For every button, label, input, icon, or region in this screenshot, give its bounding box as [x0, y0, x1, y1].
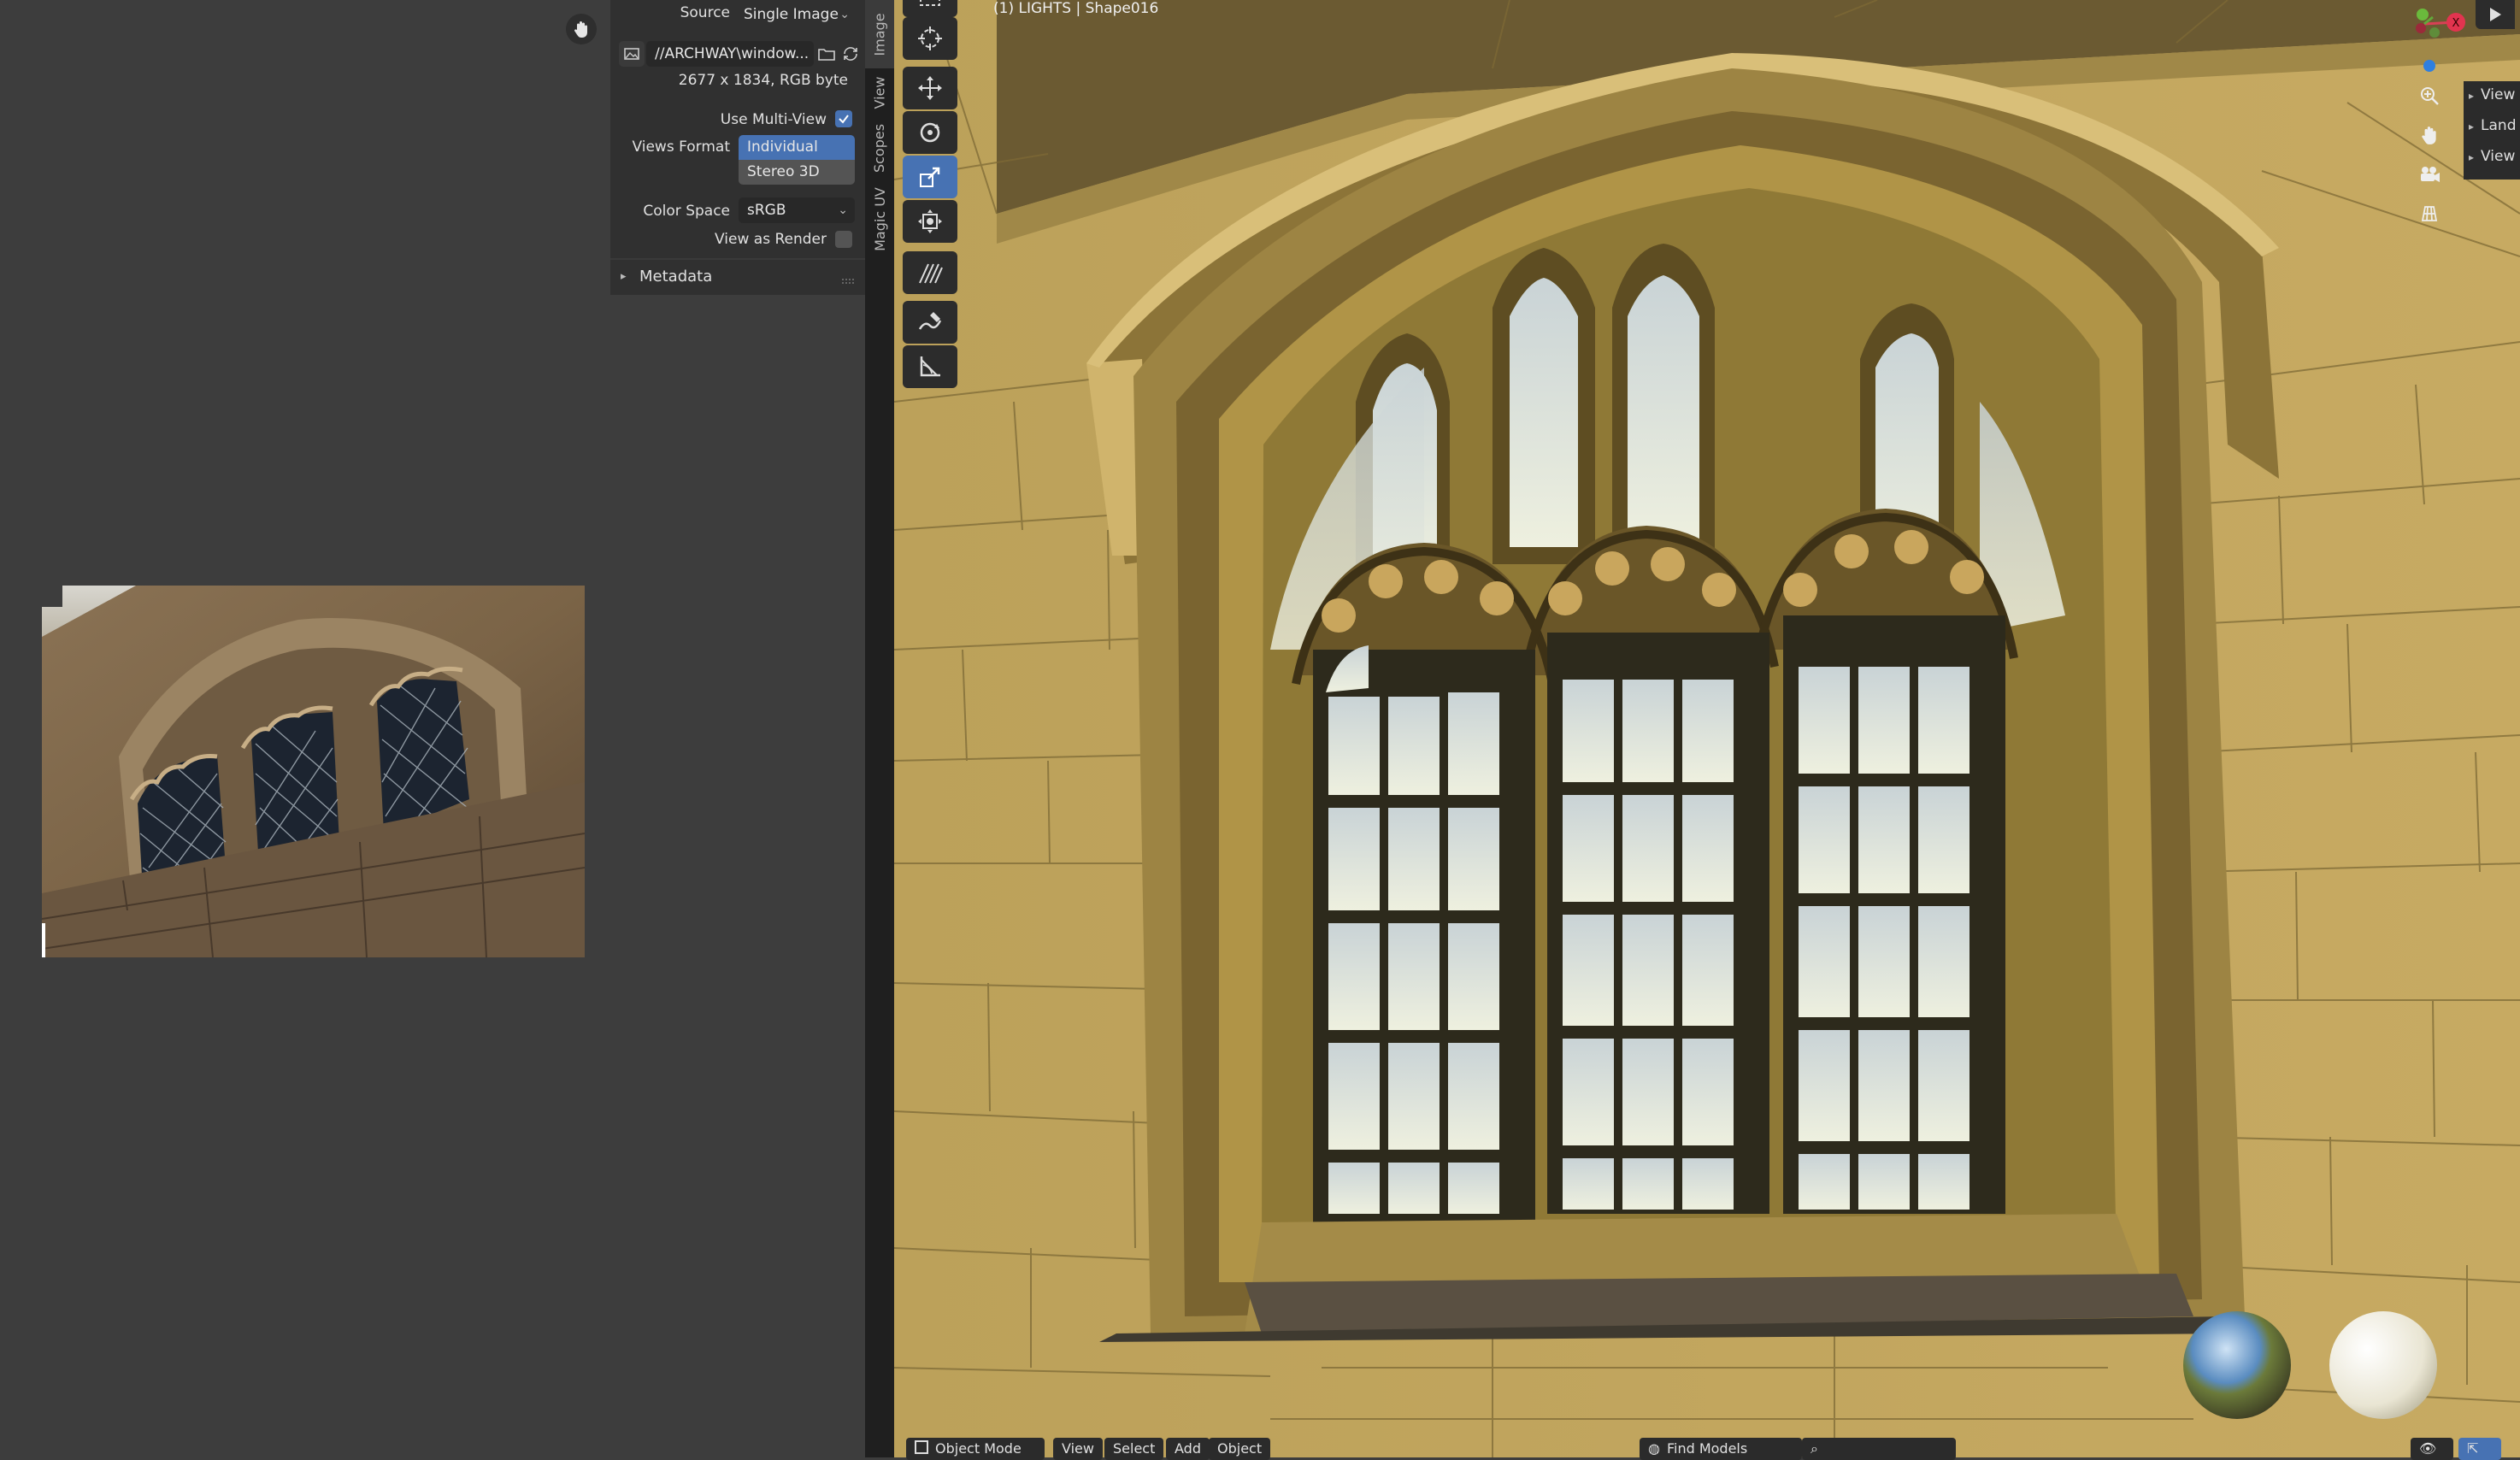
use-multiview-checkbox[interactable]	[835, 110, 852, 127]
collapse-triangle-icon[interactable]: ▸	[621, 270, 627, 283]
collapse-triangle-icon: ▸	[2469, 121, 2475, 132]
sidebar-tab-strip: Image View Scopes Magic UV	[865, 0, 894, 1457]
n-panel-item[interactable]: ▸ Land	[2464, 117, 2517, 134]
folder-icon[interactable]	[815, 41, 838, 67]
move-icon[interactable]	[903, 67, 957, 109]
tab-image-label: Image	[871, 12, 888, 56]
find-models-dropdown[interactable]: ◍ Find Models	[1640, 1438, 1802, 1460]
measure-icon[interactable]	[903, 345, 957, 388]
pan-hand-icon[interactable]	[566, 14, 597, 44]
views-format-label: Views Format	[632, 138, 730, 156]
model-search-input[interactable]: ⌕	[1802, 1438, 1956, 1460]
image-properties-panel: Source Single Image ⌄ //ARCHWAY\window..…	[610, 0, 865, 295]
color-space-label: Color Space	[643, 203, 730, 220]
n-panel[interactable]: ▸ View ▸ Land ▸ View	[2464, 81, 2520, 180]
chevron-down-icon: ⌄	[839, 8, 850, 21]
tab-scopes-label: Scopes	[871, 123, 888, 173]
color-space-dropdown[interactable]: sRGB ⌄	[739, 197, 855, 223]
menu-select[interactable]: Select	[1104, 1438, 1164, 1460]
n-panel-item[interactable]: ▸ View	[2464, 148, 2515, 165]
hair-icon[interactable]	[903, 251, 957, 294]
gizmo-toggle-icon[interactable]: ⇱	[2458, 1438, 2501, 1460]
image-browse-icon[interactable]	[619, 41, 645, 67]
globe-icon: ◍	[1648, 1440, 1660, 1457]
source-value: Single Image	[744, 6, 839, 23]
find-models-label: Find Models	[1666, 1440, 1748, 1457]
tab-magic-uv[interactable]: Magic UV	[865, 180, 894, 258]
object-mode-dropdown[interactable]: Object Mode	[906, 1438, 1045, 1460]
tab-view[interactable]: View	[865, 68, 894, 116]
tab-view-label: View	[871, 76, 888, 109]
zoom-icon[interactable]	[2412, 79, 2446, 113]
grid-icon[interactable]	[2412, 197, 2446, 231]
view-as-render-label: View as Render	[715, 231, 827, 248]
camera-icon[interactable]	[2412, 157, 2446, 191]
axis-gizmo[interactable]: X	[2339, 0, 2476, 77]
n-panel-item-label: View	[2481, 86, 2516, 103]
view-as-render-checkbox[interactable]	[835, 231, 852, 248]
views-format-options: Individual Stereo 3D	[739, 135, 855, 185]
n-panel-item[interactable]: ▸ View	[2464, 86, 2515, 103]
metadata-panel-header[interactable]: Metadata	[639, 268, 712, 286]
chevron-down-icon: ⌄	[838, 203, 848, 217]
reference-photo	[42, 586, 585, 957]
color-space-value: sRGB	[747, 202, 786, 219]
scale-icon[interactable]	[903, 156, 957, 198]
annotate-icon[interactable]	[903, 301, 957, 344]
image-editor-area[interactable]	[0, 0, 610, 1457]
transform-icon[interactable]	[903, 200, 957, 243]
source-dropdown[interactable]: Single Image ⌄	[735, 2, 855, 27]
object-mode-label: Object Mode	[935, 1440, 1022, 1457]
filepath-value: //ARCHWAY\window...	[655, 45, 810, 62]
search-icon: ⌕	[1811, 1440, 1818, 1457]
cube-icon	[915, 1440, 928, 1454]
drag-handle-icon[interactable]	[841, 272, 855, 284]
n-panel-item-label: View	[2481, 148, 2516, 165]
menu-view[interactable]: View	[1053, 1438, 1103, 1460]
filepath-field[interactable]: //ARCHWAY\window...	[646, 41, 814, 67]
collapse-triangle-icon: ▸	[2469, 90, 2475, 102]
visibility-eye-icon[interactable]: 👁	[2411, 1438, 2453, 1460]
panel-divider	[610, 258, 865, 260]
tab-image[interactable]: Image	[865, 0, 894, 68]
tab-scopes[interactable]: Scopes	[865, 116, 894, 180]
n-panel-item-label: Land	[2481, 117, 2517, 134]
menu-add[interactable]: Add	[1166, 1438, 1210, 1460]
reload-icon[interactable]	[839, 41, 862, 67]
viewport-header-text: (1) LIGHTS | Shape016	[993, 0, 1159, 17]
rotate-icon[interactable]	[903, 111, 957, 154]
menu-object[interactable]: Object	[1209, 1438, 1271, 1460]
source-label: Source	[680, 4, 730, 21]
svg-text:X: X	[2452, 17, 2460, 30]
collapse-triangle-icon: ▸	[2469, 151, 2475, 163]
tab-magic-uv-label: Magic UV	[871, 186, 888, 251]
views-format-individual[interactable]: Individual	[739, 135, 855, 160]
select-box-icon[interactable]	[903, 0, 957, 17]
play-icon[interactable]	[2476, 0, 2515, 29]
pan-hand-icon[interactable]	[2412, 118, 2446, 152]
views-format-stereo-3d[interactable]: Stereo 3D	[739, 160, 855, 185]
3d-viewport[interactable]: (1) LIGHTS | Shape016 X ▸ View ▸ Land ▸ Vie…	[894, 0, 2520, 1457]
cursor-icon[interactable]	[903, 17, 957, 60]
image-info: 2677 x 1834, RGB byte	[678, 72, 848, 89]
use-multiview-label: Use Multi-View	[720, 111, 827, 128]
